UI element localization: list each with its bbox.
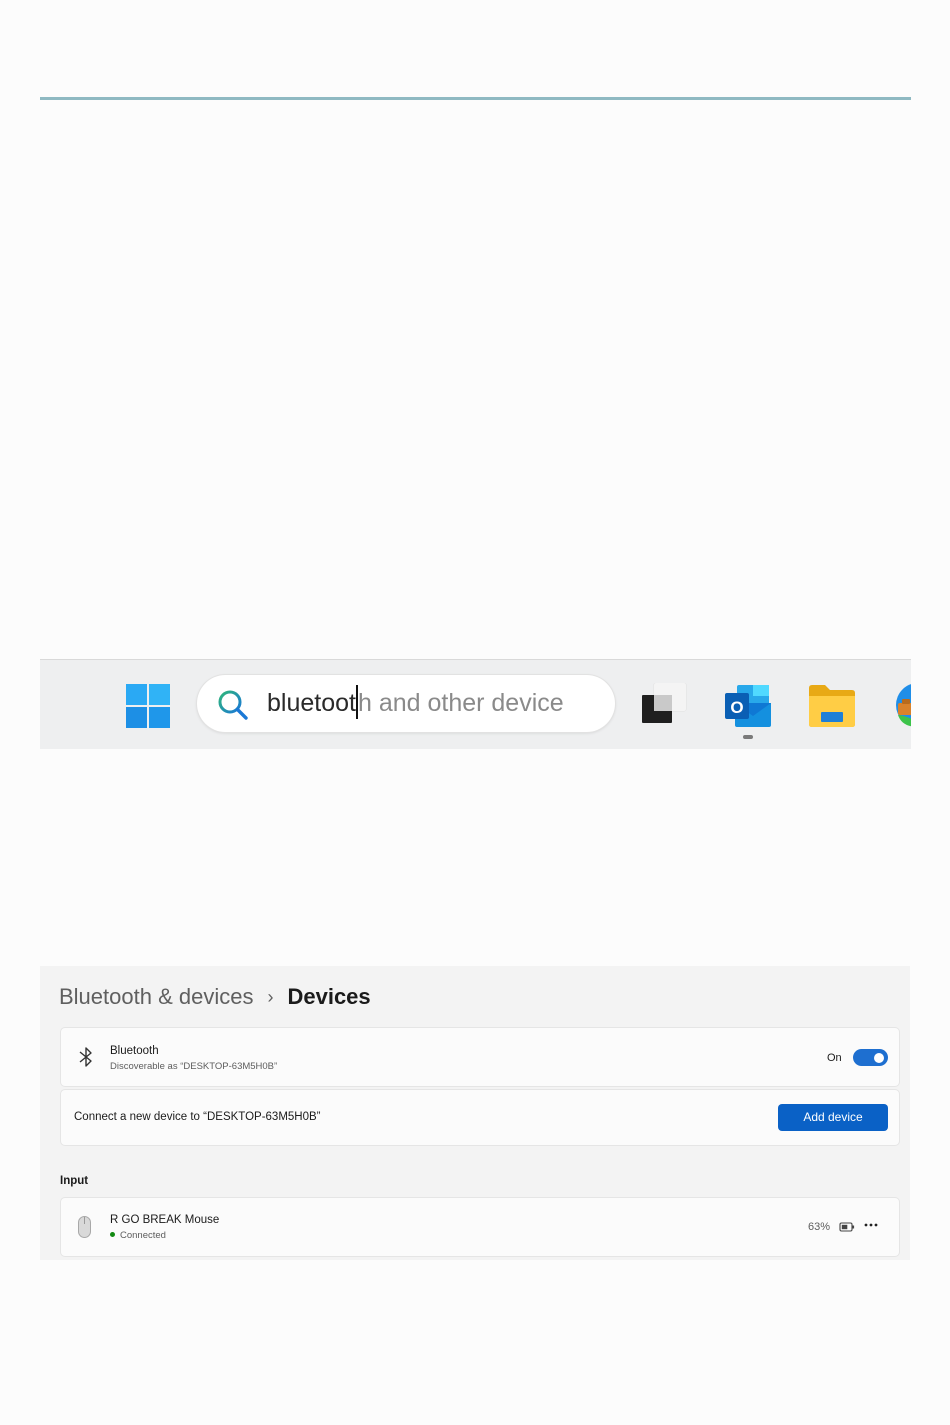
breadcrumb: Bluetooth & devices › Devices — [59, 980, 371, 1014]
taskbar: bluetooth and other device O — [40, 659, 911, 749]
taskbar-search-box[interactable]: bluetooth and other device — [197, 675, 615, 732]
connect-device-text: Connect a new device to “DESKTOP-63M5H0B… — [74, 1111, 321, 1123]
device-name: R GO BREAK Mouse — [110, 1214, 220, 1226]
page-title: Devices — [287, 984, 371, 1009]
device-row-mouse[interactable]: R GO BREAK Mouse Connected 63% — [60, 1197, 900, 1257]
device-status-text: Connected — [120, 1230, 166, 1241]
bluetooth-subtitle: Discoverable as “DESKTOP-63M5H0B” — [110, 1061, 278, 1072]
file-explorer-icon[interactable] — [807, 682, 857, 730]
bluetooth-toggle[interactable] — [853, 1049, 888, 1066]
bluetooth-title: Bluetooth — [110, 1045, 159, 1057]
bluetooth-icon — [79, 1047, 92, 1067]
search-suggestion-text: h and other device — [357, 689, 564, 717]
device-status: Connected — [110, 1230, 166, 1241]
battery-percentage: 63% — [808, 1221, 831, 1233]
outlook-icon[interactable]: O — [723, 681, 773, 731]
task-view-icon[interactable] — [640, 683, 688, 727]
add-device-button[interactable]: Add device — [778, 1104, 888, 1131]
bluetooth-toggle-label: On — [827, 1052, 842, 1064]
running-app-indicator — [743, 735, 753, 739]
input-section-heading: Input — [60, 1175, 89, 1187]
battery-icon — [839, 1222, 855, 1232]
breadcrumb-parent[interactable]: Bluetooth & devices — [59, 984, 253, 1010]
more-options-icon[interactable] — [863, 1218, 879, 1232]
connected-dot-icon — [110, 1231, 115, 1237]
search-typed-text: bluetoot — [267, 689, 356, 717]
chevron-right-icon: › — [267, 986, 274, 1007]
bluetooth-card: Bluetooth Discoverable as “DESKTOP-63M5H… — [60, 1027, 900, 1087]
search-input[interactable]: bluetooth and other device — [267, 675, 587, 732]
search-icon — [218, 690, 248, 720]
top-divider — [40, 97, 911, 100]
toggle-knob — [874, 1052, 884, 1063]
connect-device-card: Connect a new device to “DESKTOP-63M5H0B… — [60, 1089, 900, 1146]
windows-start-icon[interactable] — [126, 684, 170, 728]
edge-icon[interactable] — [892, 681, 911, 731]
mouse-icon — [78, 1216, 91, 1238]
outlook-letter: O — [730, 698, 743, 717]
settings-devices-page: Bluetooth & devices › Devices Bluetooth … — [40, 966, 910, 1260]
